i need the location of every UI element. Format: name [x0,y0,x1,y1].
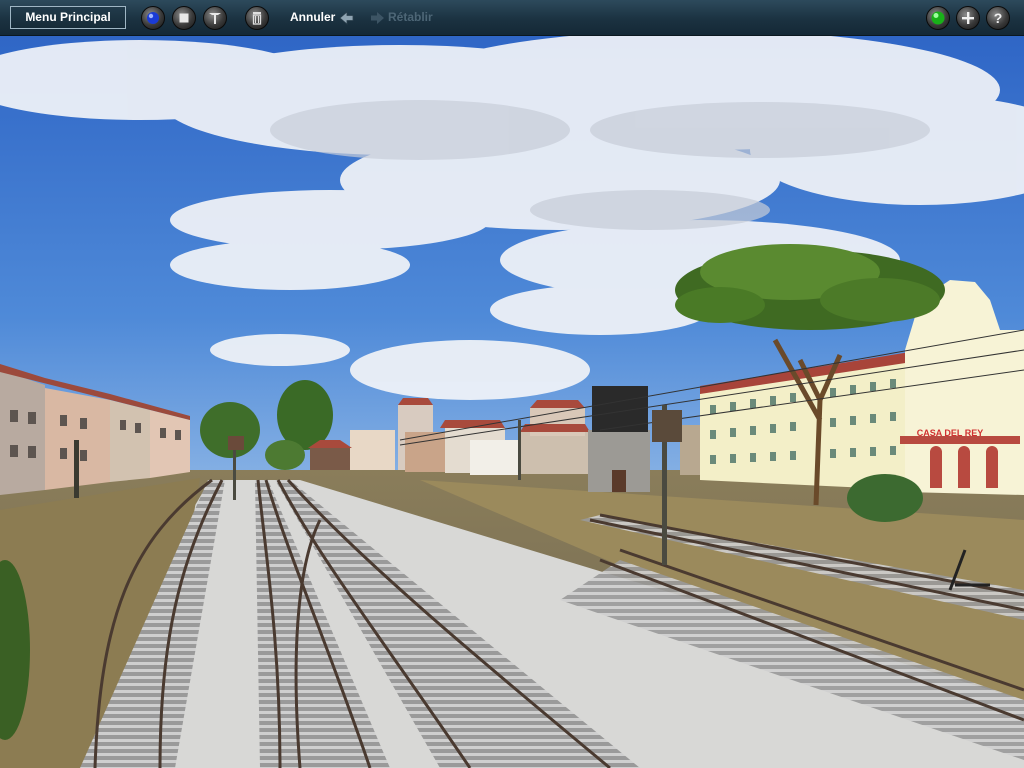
undo-arrow-icon[interactable] [338,10,354,31]
green-status-icon[interactable] [926,6,950,30]
redo-button: Rétablir [388,10,433,24]
bush [847,474,923,522]
redo-arrow-icon [370,10,386,31]
undo-button[interactable]: Annuler [290,10,335,24]
scene-viewport[interactable]: CASA DEL REY [0,36,1024,768]
trash-icon[interactable] [245,6,269,30]
top-toolbar: Menu Principal Annuler Rétablir ? [0,0,1024,36]
plus-icon[interactable] [956,6,980,30]
svg-text:?: ? [994,10,1003,26]
main-menu-button[interactable]: Menu Principal [10,6,126,29]
stop-icon[interactable] [172,6,196,30]
building-sign: CASA DEL REY [917,428,984,438]
train-simulator-window: Menu Principal Annuler Rétablir ? CASA D… [0,0,1024,768]
sphere-icon[interactable] [141,6,165,30]
tools-icon[interactable] [203,6,227,30]
help-icon[interactable]: ? [986,6,1010,30]
